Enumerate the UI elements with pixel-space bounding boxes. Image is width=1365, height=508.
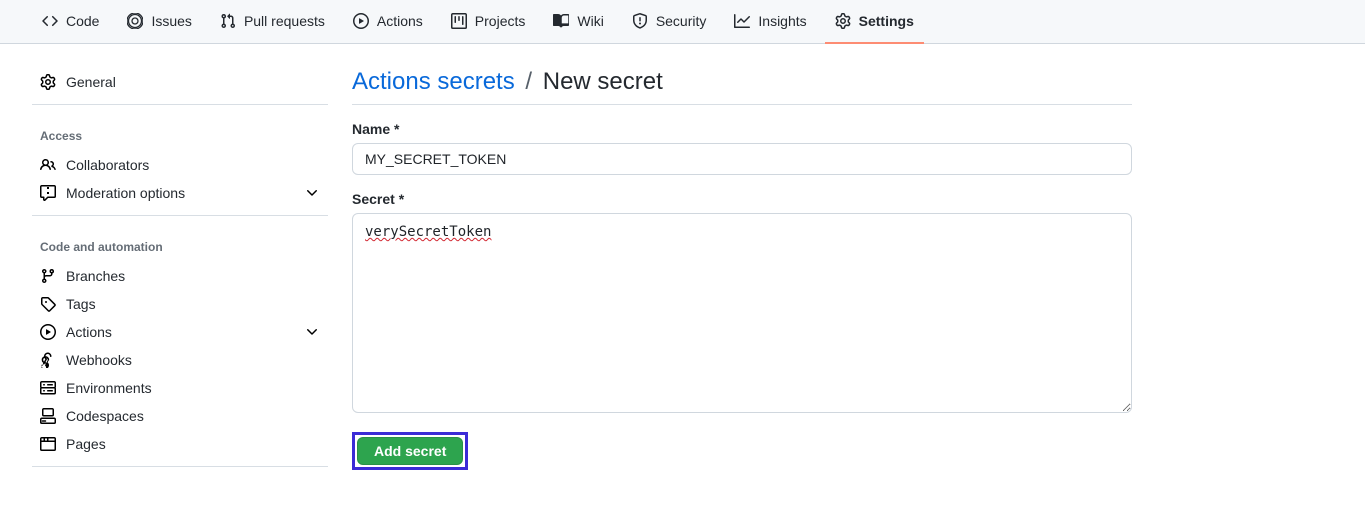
- sidebar-item-label: Tags: [66, 296, 96, 312]
- tab-projects-label: Projects: [475, 13, 526, 29]
- breadcrumb-current: New secret: [543, 68, 663, 95]
- git-branch-icon: [40, 268, 56, 284]
- sidebar-item-label: General: [66, 74, 116, 90]
- add-secret-button[interactable]: Add secret: [357, 437, 463, 465]
- tag-icon: [40, 296, 56, 312]
- sidebar-item-label: Collaborators: [66, 157, 149, 173]
- tab-issues[interactable]: Issues: [117, 0, 201, 44]
- people-icon: [40, 157, 56, 173]
- settings-layout: General Access Collaborators Moderation …: [0, 44, 1280, 499]
- tab-insights-label: Insights: [758, 13, 806, 29]
- tab-actions-label: Actions: [377, 13, 423, 29]
- sidebar-item-label: Moderation options: [66, 185, 185, 201]
- server-icon: [40, 380, 56, 396]
- sidebar-item-label: Pages: [66, 436, 106, 452]
- sidebar-item-label: Environments: [66, 380, 152, 396]
- tab-security[interactable]: Security: [622, 0, 717, 44]
- name-label: Name *: [352, 121, 1132, 137]
- sidebar-item-webhooks[interactable]: Webhooks: [32, 346, 328, 374]
- tab-settings-label: Settings: [859, 13, 914, 29]
- add-secret-highlight: Add secret: [352, 432, 468, 470]
- tab-code-label: Code: [66, 13, 99, 29]
- tab-pull-requests[interactable]: Pull requests: [210, 0, 335, 44]
- webhook-icon: [40, 352, 56, 368]
- play-icon: [353, 13, 369, 29]
- browser-icon: [40, 436, 56, 452]
- chevron-down-icon: [304, 185, 320, 201]
- issue-opened-icon: [127, 13, 143, 29]
- project-icon: [451, 13, 467, 29]
- book-icon: [553, 13, 569, 29]
- report-icon: [40, 185, 56, 201]
- git-pull-request-icon: [220, 13, 236, 29]
- play-icon: [40, 324, 56, 340]
- sidebar-item-codespaces[interactable]: Codespaces: [32, 402, 328, 430]
- chevron-down-icon: [304, 324, 320, 340]
- secret-label: Secret *: [352, 191, 1132, 207]
- tab-wiki-label: Wiki: [577, 13, 603, 29]
- sidebar-item-branches[interactable]: Branches: [32, 262, 328, 290]
- sidebar-item-collaborators[interactable]: Collaborators: [32, 151, 328, 179]
- sidebar-item-label: Webhooks: [66, 352, 132, 368]
- sidebar-header-access: Access: [32, 113, 328, 151]
- sidebar-item-tags[interactable]: Tags: [32, 290, 328, 318]
- sidebar-item-actions[interactable]: Actions: [32, 318, 328, 346]
- gear-icon: [40, 74, 56, 90]
- shield-icon: [632, 13, 648, 29]
- sidebar-item-moderation[interactable]: Moderation options: [32, 179, 328, 207]
- code-icon: [42, 13, 58, 29]
- tab-projects[interactable]: Projects: [441, 0, 536, 44]
- tab-pr-label: Pull requests: [244, 13, 325, 29]
- tab-issues-label: Issues: [151, 13, 191, 29]
- secret-name-input[interactable]: [352, 143, 1132, 175]
- graph-icon: [734, 13, 750, 29]
- tab-code[interactable]: Code: [32, 0, 109, 44]
- tab-security-label: Security: [656, 13, 707, 29]
- breadcrumb-separator: /: [521, 68, 536, 95]
- main-content: Actions secrets / New secret Name * Secr…: [352, 68, 1132, 475]
- secret-value-textarea[interactable]: [352, 213, 1132, 413]
- tab-wiki[interactable]: Wiki: [543, 0, 613, 44]
- sidebar-header-automation: Code and automation: [32, 224, 328, 262]
- tab-actions[interactable]: Actions: [343, 0, 433, 44]
- breadcrumb-link-actions-secrets[interactable]: Actions secrets: [352, 68, 515, 95]
- tab-insights[interactable]: Insights: [724, 0, 816, 44]
- sidebar-item-environments[interactable]: Environments: [32, 374, 328, 402]
- settings-sidebar: General Access Collaborators Moderation …: [32, 68, 328, 475]
- codespaces-icon: [40, 408, 56, 424]
- page-title-breadcrumb: Actions secrets / New secret: [352, 68, 1132, 105]
- repo-top-nav: Code Issues Pull requests Actions Projec…: [0, 0, 1365, 44]
- sidebar-item-pages[interactable]: Pages: [32, 430, 328, 458]
- sidebar-item-label: Codespaces: [66, 408, 144, 424]
- sidebar-item-general[interactable]: General: [32, 68, 328, 96]
- gear-icon: [835, 13, 851, 29]
- sidebar-item-label: Actions: [66, 324, 112, 340]
- tab-settings[interactable]: Settings: [825, 0, 924, 44]
- sidebar-item-label: Branches: [66, 268, 125, 284]
